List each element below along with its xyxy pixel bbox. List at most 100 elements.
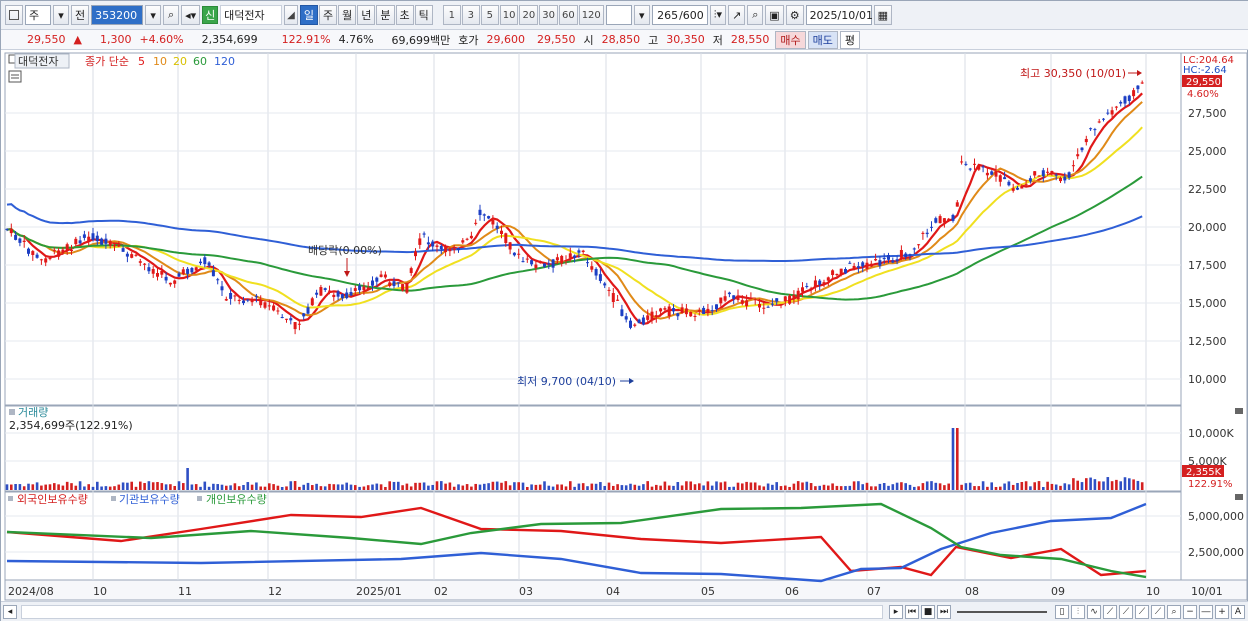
scroll-right-icon[interactable]: ▸: [889, 604, 903, 619]
volume-bar-30: [134, 486, 138, 490]
interval-button-1[interactable]: 1: [442, 5, 461, 25]
stop-icon[interactable]: ■: [921, 604, 935, 619]
layout-icon[interactable]: [5, 5, 23, 25]
chart-style-icon-6[interactable]: ⟋: [1135, 604, 1149, 619]
stock-code-input[interactable]: 353200: [91, 5, 144, 25]
period-button-1[interactable]: 주: [319, 5, 338, 25]
period-button-6[interactable]: 틱: [414, 5, 433, 25]
volume-bar-189: [818, 485, 821, 490]
candle-body-190: [822, 282, 826, 284]
interval-button-120[interactable]: 120: [578, 5, 604, 25]
period-button-2[interactable]: 월: [338, 5, 357, 25]
chart-area[interactable]: 대덕전자 종가 단순 5 10 20 60 120 최고 30,350 (10/…: [1, 51, 1248, 601]
zoom-icon[interactable]: ⌕: [747, 5, 764, 25]
candle-body-32: [143, 263, 147, 265]
holder-legend-individual[interactable]: 개인보유수량: [206, 493, 267, 506]
volume-bar-95: [414, 482, 417, 490]
ma10-label[interactable]: 10: [153, 55, 167, 68]
ma5-label[interactable]: 5: [138, 55, 145, 68]
drawing-tool-icon[interactable]: ↗: [728, 5, 746, 25]
period-button-4[interactable]: 분: [376, 5, 395, 25]
candle-body-37: [164, 276, 168, 281]
interval-button-60[interactable]: 60: [558, 5, 578, 25]
zoom-out-icon[interactable]: −: [1183, 604, 1197, 619]
chart-style-icon-2[interactable]: ⫶: [1071, 604, 1085, 619]
interval-button-5[interactable]: 5: [480, 5, 499, 25]
volume-bar-167: [723, 481, 727, 490]
volume-panel-close-icon[interactable]: [1235, 408, 1243, 414]
interval-input[interactable]: [605, 5, 632, 25]
period-button-5[interactable]: 초: [395, 5, 414, 25]
ma60-label[interactable]: 60: [193, 55, 207, 68]
candle-body-253: [1093, 129, 1097, 131]
scroll-left-icon[interactable]: ◂: [3, 604, 17, 619]
chart-style-icon-4[interactable]: ⟋: [1103, 604, 1117, 619]
holder-legend-foreign[interactable]: 외국인보유수량: [17, 493, 88, 506]
period-button-0[interactable]: 일: [299, 5, 318, 25]
credit-badge: 신: [202, 6, 219, 24]
volume-bar-6: [31, 484, 35, 490]
ma120-label[interactable]: 120: [214, 55, 235, 68]
volume-bar-16: [74, 485, 78, 490]
chart-style-icon-7[interactable]: ⟋: [1151, 604, 1165, 619]
speaker-icon[interactable]: ◂▾: [181, 5, 201, 25]
candle-body-155: [672, 308, 675, 312]
interval-dropdown-icon[interactable]: ▾: [633, 5, 650, 25]
calendar-icon[interactable]: ▦: [873, 5, 892, 25]
chart-style-icon-5[interactable]: ⟋: [1119, 604, 1133, 619]
volume-title: 거래량: [18, 406, 48, 419]
period-button-3[interactable]: 년: [357, 5, 376, 25]
zoom-slider[interactable]: [957, 610, 1047, 613]
volume-bar-68: [298, 486, 301, 490]
volume-bar-224: [968, 482, 972, 490]
interval-button-20[interactable]: 20: [519, 5, 539, 25]
eval-button[interactable]: 평: [839, 30, 861, 49]
line-icon[interactable]: ―: [1199, 604, 1213, 619]
prev-button[interactable]: 전: [71, 5, 90, 25]
type-select[interactable]: 주: [25, 5, 51, 25]
ma20-label[interactable]: 20: [173, 55, 187, 68]
scroll-track[interactable]: [21, 604, 883, 619]
search-icon[interactable]: ⌕: [163, 5, 180, 25]
zoom-in-icon[interactable]: +: [1215, 604, 1229, 619]
magnifier-icon[interactable]: ⌕: [1167, 604, 1181, 619]
volume-panel-icon[interactable]: [9, 409, 15, 415]
volume-bar-13: [61, 485, 65, 490]
holder-legend-icon-3: [197, 496, 202, 501]
code-dropdown-icon[interactable]: ▾: [145, 5, 162, 25]
holder-legend-institution[interactable]: 기관보유수량: [119, 493, 180, 506]
sell-button[interactable]: 매도: [807, 30, 838, 49]
date-input[interactable]: 2025/10/01: [805, 5, 873, 25]
fast-forward-icon[interactable]: ⏭: [937, 604, 951, 619]
candle-body-194: [839, 268, 843, 275]
interval-button-3[interactable]: 3: [461, 5, 480, 25]
candle-body-55: [242, 300, 245, 304]
calculator-icon[interactable]: [8, 70, 22, 83]
volume-bar-27: [121, 482, 125, 490]
candle-body-94: [409, 268, 413, 274]
volume-bar-193: [835, 485, 839, 490]
chart-svg[interactable]: 대덕전자 종가 단순 5 10 20 60 120 최고 30,350 (10/…: [1, 51, 1248, 601]
gear-icon[interactable]: ⚙: [785, 5, 804, 25]
volume-bar-180: [779, 486, 783, 490]
volume-bar-67: [293, 481, 297, 490]
volume-bar-139: [603, 485, 606, 490]
chart-style-icon-1[interactable]: ▯: [1055, 604, 1069, 619]
rewind-icon[interactable]: ⏮: [905, 604, 919, 619]
candle-body-64: [280, 317, 284, 319]
type-dropdown-icon[interactable]: ▾: [53, 5, 69, 25]
volume-bar-22: [100, 486, 103, 490]
interval-button-30[interactable]: 30: [539, 5, 558, 25]
candle-type-icon[interactable]: ⫶▾: [709, 5, 727, 25]
chart-style-icon-3[interactable]: ∿: [1087, 604, 1101, 619]
save-icon[interactable]: ▣: [765, 5, 784, 25]
font-size-icon[interactable]: A: [1231, 604, 1245, 619]
x-axis-right-label: 10/01: [1191, 585, 1223, 598]
high-annotation: 최고 30,350 (10/01): [1020, 67, 1126, 80]
holder-panel-close-icon[interactable]: [1235, 494, 1243, 500]
buy-button[interactable]: 매수: [775, 30, 806, 49]
candle-body-66: [289, 318, 293, 321]
volume-bar-192: [831, 483, 834, 490]
count-field[interactable]: 265/600: [651, 5, 708, 25]
interval-button-10[interactable]: 10: [499, 5, 519, 25]
